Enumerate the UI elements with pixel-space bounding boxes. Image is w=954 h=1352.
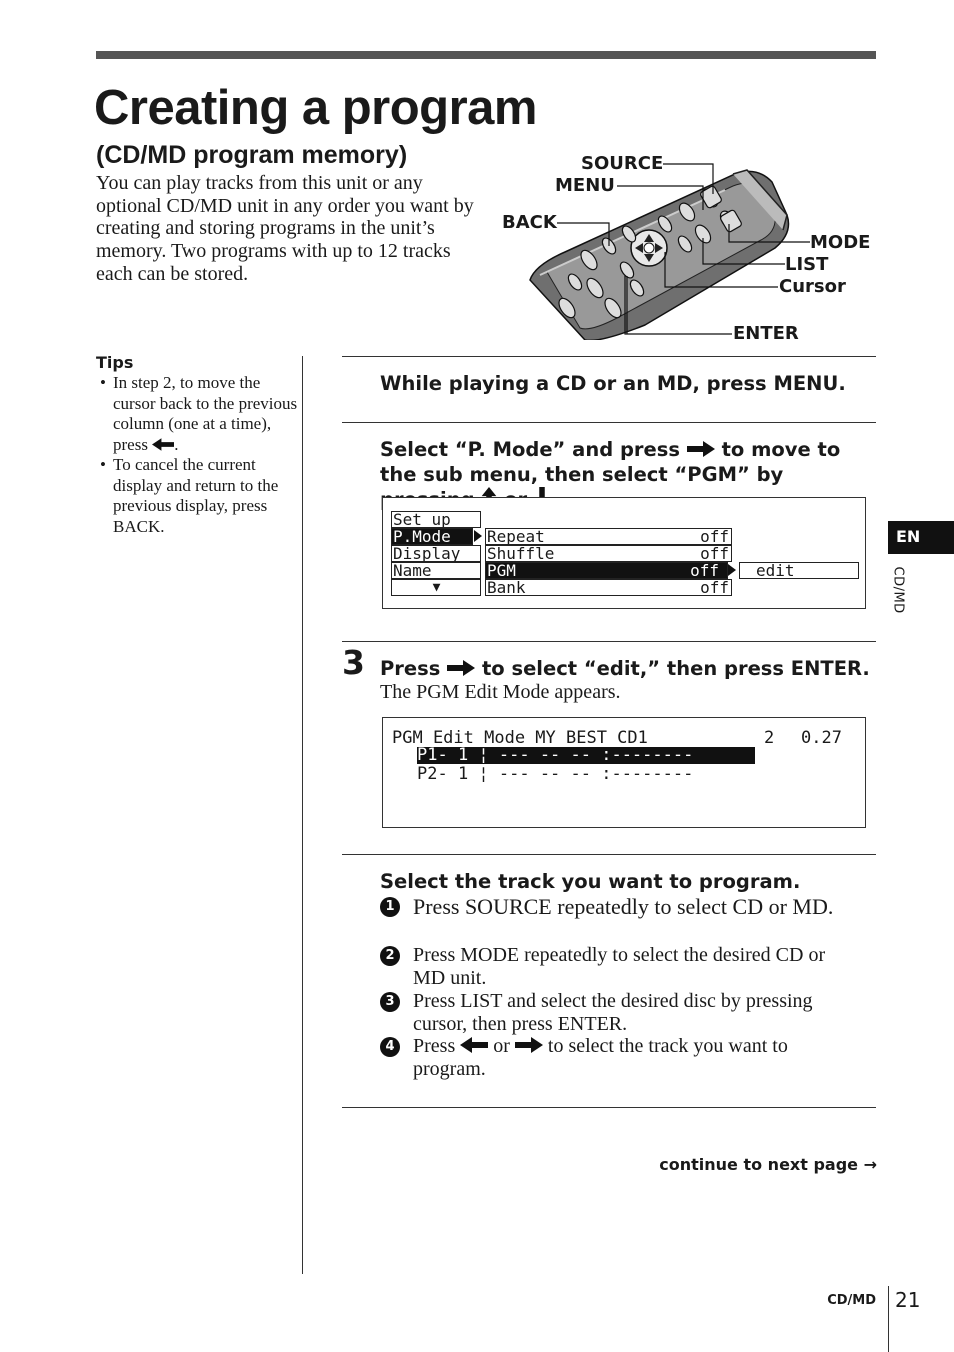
label-back: BACK: [502, 212, 557, 233]
menu-item-display: Display: [391, 545, 481, 562]
submenu-arrow-icon: [474, 530, 482, 542]
substep-item: 3 Press LIST and select the desired disc…: [380, 990, 860, 1036]
label-enter: ENTER: [733, 323, 799, 344]
arrow-left-icon: [460, 1037, 488, 1053]
menu-scroll-down-icon: ▼: [391, 579, 481, 596]
substep-item: 2 Press MODE repeatedly to select the de…: [380, 944, 860, 990]
footer-divider: [888, 1286, 889, 1352]
language-tab: EN: [888, 521, 954, 554]
tips-list: In step 2, to move the cursor back to th…: [100, 373, 298, 537]
page-subtitle: (CD/MD program memory): [96, 141, 408, 169]
footer-section: CD/MD: [827, 1293, 876, 1308]
section-tab: CD/MD: [890, 566, 906, 614]
substep-number: 2: [380, 946, 400, 966]
arrow-right-icon: [687, 441, 715, 457]
pgm-row: P2- 1 ¦ --- -- -- :--------: [417, 764, 694, 784]
submenu-row: Shuffle off: [485, 545, 732, 562]
tip-item: In step 2, to move the cursor back to th…: [100, 373, 298, 455]
pgm-count: 2: [764, 728, 775, 748]
option-edit: edit: [739, 562, 859, 579]
top-rule: [96, 51, 876, 59]
intro-paragraph: You can play tracks from this unit or an…: [96, 172, 474, 285]
menu-display: Set up P.Mode Display Name ▼ Repeat off S…: [382, 497, 866, 609]
substep-item: 4 Press or to select the track you want …: [380, 1035, 860, 1081]
label-cursor: Cursor: [779, 276, 846, 297]
step-divider: [342, 854, 876, 855]
arrow-left-icon: [152, 438, 174, 451]
pgm-time: 0.27: [801, 728, 842, 748]
substep-number: 1: [380, 897, 400, 917]
arrow-right-icon: [447, 660, 475, 676]
step-4-heading: Select the track you want to program.: [380, 870, 801, 893]
step-3-heading: Press to select “edit,” then press ENTER…: [380, 657, 870, 680]
step-1-heading: While playing a CD or an MD, press MENU.: [380, 372, 846, 395]
step-number: 3: [342, 643, 365, 682]
label-list: LIST: [785, 254, 829, 275]
step-divider: [342, 356, 876, 357]
menu-item-name: Name: [391, 562, 481, 579]
submenu-row: Bank off: [485, 579, 732, 596]
label-source: SOURCE: [581, 153, 664, 174]
label-menu: MENU: [555, 175, 615, 196]
page-number: 21: [895, 1288, 921, 1312]
page-title: Creating a program: [94, 81, 537, 135]
pgm-edit-display: PGM Edit Mode MY BEST CD1 2 0.27 P1- 1 ¦…: [382, 717, 866, 828]
tip-item: To cancel the current display and return…: [100, 455, 298, 537]
column-divider: [302, 356, 303, 1274]
step-divider: [342, 422, 876, 423]
step-3-body: The PGM Edit Mode appears.: [380, 681, 621, 703]
pgm-row-selected: P1- 1 ¦ --- -- -- :--------: [417, 747, 755, 764]
substep-number: 4: [380, 1037, 400, 1057]
label-mode: MODE: [810, 232, 871, 253]
tips-title: Tips: [96, 353, 134, 372]
arrow-right-icon: [515, 1037, 543, 1053]
step-divider: [342, 1107, 876, 1108]
submenu-row: Repeat off: [485, 528, 732, 545]
step-divider: [342, 641, 876, 642]
substep-item: 1 Press SOURCE repeatedly to select CD o…: [380, 895, 860, 919]
menu-item-setup: Set up: [391, 511, 481, 528]
submenu-arrow-icon: [728, 564, 736, 576]
substep-number: 3: [380, 992, 400, 1012]
continue-note: continue to next page →: [659, 1155, 877, 1174]
menu-item-pmode: P.Mode: [391, 528, 473, 545]
submenu-row-selected: PGM off: [485, 562, 728, 579]
